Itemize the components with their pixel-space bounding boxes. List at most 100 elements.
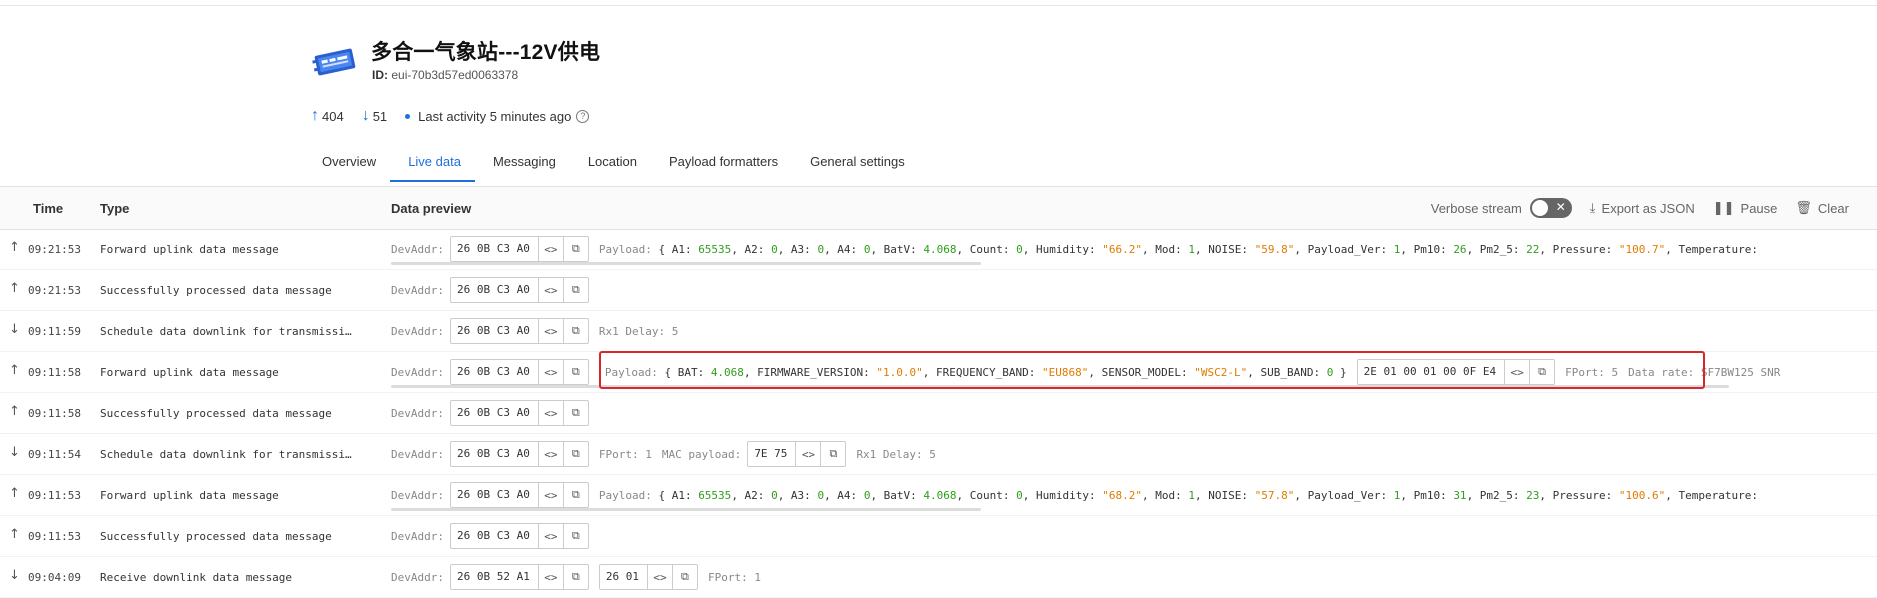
copy-icon[interactable]: ⧉ [671,565,697,589]
copy-icon[interactable]: ⧉ [820,442,845,466]
copy-icon[interactable]: ⧉ [562,360,588,384]
devaddr-box: 26 0B C3 A0 <> ⧉ [449,523,589,549]
code-toggle-icon[interactable]: <> [537,237,563,261]
copy-icon[interactable]: ⧉ [562,319,588,343]
clear-button[interactable]: 🗑 Clear [1795,200,1849,216]
code-toggle-icon[interactable]: <> [537,524,563,548]
tab-location[interactable]: Location [570,148,651,181]
copy-icon[interactable]: ⧉ [1529,360,1554,384]
row-preview: DevAddr: 26 0B C3 A0 <> ⧉ FPort: 1 MAC p… [391,441,936,467]
code-toggle-icon[interactable]: <> [537,360,563,384]
payload-text: Payload: { A1: 65535, A2: 0, A3: 0, A4: … [598,488,1758,502]
verbose-stream-label: Verbose stream [1430,200,1522,216]
arrow-down-icon: ↓ [9,568,20,583]
fport: FPort: 1 [707,570,761,584]
last-activity-text: Last activity 5 minutes ago [418,108,572,124]
table-row[interactable]: ↑ 09:11:53 Forward uplink data message D… [0,475,1877,516]
code-toggle-icon[interactable]: <> [537,565,563,589]
live-data-header: Time Type Data preview Verbose stream ✕ … [0,187,1877,230]
rx1-delay: Rx1 Delay: 5 [856,447,936,461]
table-row[interactable]: ↑ 09:21:53 Successfully processed data m… [0,270,1877,311]
frm-payload-value: 26 01 [605,570,639,583]
copy-icon[interactable]: ⧉ [562,401,588,425]
row-type: Successfully processed data message [100,407,332,420]
copy-icon[interactable]: ⧉ [562,278,588,302]
code-toggle-icon[interactable]: <> [537,483,563,507]
tab-live-data[interactable]: Live data [390,148,475,182]
row-preview: DevAddr: 26 0B C3 A0 <> ⧉ Payload: { BAT… [391,359,1780,385]
frm-payload-box: 26 01 <> ⧉ [598,564,698,590]
devaddr-label: DevAddr: [391,570,444,584]
device-id: ID: eui-70b3d57ed0063378 [372,68,518,82]
status-dot-icon [405,113,411,119]
devaddr-box: 26 0B C3 A0 <> ⧉ [449,359,589,385]
preview-scrollbar[interactable] [391,385,1729,388]
top-divider [0,5,1877,6]
row-preview: DevAddr: 26 0B C3 A0 <> ⧉ [391,277,589,303]
devaddr-box: 26 0B C3 A0 <> ⧉ [449,482,589,508]
copy-icon[interactable]: ⧉ [562,237,588,261]
export-json-button[interactable]: ⤓ Export as JSON [1590,200,1695,216]
tab-messaging[interactable]: Messaging [475,148,570,181]
downlink-stat: ↓ 51 [362,108,387,124]
table-row[interactable]: ↑ 09:11:58 Successfully processed data m… [0,393,1877,434]
devaddr-label: DevAddr: [391,529,444,543]
col-data-preview: Data preview [391,201,472,216]
code-toggle-icon[interactable]: <> [537,442,563,466]
code-toggle-icon[interactable]: <> [537,278,563,302]
table-row[interactable]: ↑ 09:21:53 Forward uplink data message D… [0,229,1877,270]
table-row[interactable]: ↑ 09:11:53 Successfully processed data m… [0,516,1877,557]
table-row[interactable]: ↓ 09:04:09 Receive downlink data message… [0,557,1877,598]
devaddr-label: DevAddr: [391,447,444,461]
copy-icon[interactable]: ⧉ [562,565,588,589]
uplink-stat: ↑ 404 [311,108,344,124]
row-time: 09:11:58 [28,366,81,379]
table-row[interactable]: ↓ 09:11:59 Schedule data downlink for tr… [0,311,1877,352]
table-row[interactable]: ↑ 09:11:58 Forward uplink data message D… [0,352,1877,393]
row-type: Schedule data downlink for transmissi… [100,448,352,461]
table-row[interactable]: ↓ 09:11:54 Schedule data downlink for tr… [0,434,1877,475]
row-time: 09:11:58 [28,407,81,420]
tab-general-settings[interactable]: General settings [792,148,919,181]
device-id-label: ID: [372,68,388,82]
tab-payload-formatters[interactable]: Payload formatters [651,148,792,181]
code-toggle-icon[interactable]: <> [537,319,563,343]
device-stats: ↑ 404 ↓ 51 Last activity 5 minutes ago ? [311,108,607,124]
devaddr-label: DevAddr: [391,242,444,256]
code-toggle-icon[interactable]: <> [537,401,563,425]
code-toggle-icon[interactable]: <> [646,565,672,589]
preview-scrollbar[interactable] [391,262,981,265]
code-toggle-icon[interactable]: <> [795,442,820,466]
arrow-up-icon: ↑ [311,107,319,124]
row-type: Schedule data downlink for transmissi… [100,325,352,338]
devaddr-label: DevAddr: [391,324,444,338]
col-type: Type [100,201,130,216]
code-toggle-icon[interactable]: <> [1504,360,1529,384]
payload-text: Payload: { BAT: 4.068, FIRMWARE_VERSION:… [604,365,1347,379]
row-time: 09:21:53 [28,284,81,297]
copy-icon[interactable]: ⧉ [562,442,588,466]
device-icon [312,48,356,76]
devaddr-box: 26 0B 52 A1 <> ⧉ [449,564,589,590]
pause-icon: ❚❚ [1712,200,1735,215]
devaddr-value: 26 0B C3 A0 [456,365,530,378]
row-preview: DevAddr: 26 0B C3 A0 <> ⧉ Rx1 Delay: 5 [391,318,678,344]
copy-icon[interactable]: ⧉ [562,483,588,507]
verbose-stream-toggle[interactable]: ✕ [1529,198,1572,218]
device-id-value: eui-70b3d57ed0063378 [391,68,519,82]
copy-icon[interactable]: ⧉ [562,524,588,548]
pause-button[interactable]: ❚❚ Pause [1713,200,1778,216]
devaddr-value: 26 0B C3 A0 [456,283,530,296]
preview-scrollbar[interactable] [391,508,981,511]
uplink-count: 404 [322,108,344,124]
device-tabs: Overview Live data Messaging Location Pa… [304,148,919,182]
help-icon[interactable]: ? [576,109,590,123]
tab-overview[interactable]: Overview [304,148,390,181]
row-preview: DevAddr: 26 0B C3 A0 <> ⧉ [391,400,589,426]
arrow-up-icon: ↑ [9,240,20,255]
arrow-down-icon: ↓ [9,322,20,337]
close-icon: ✕ [1555,200,1566,214]
row-time: 09:11:59 [28,325,81,338]
row-type: Forward uplink data message [100,489,279,502]
mac-payload-value: 7E 75 [754,447,788,460]
